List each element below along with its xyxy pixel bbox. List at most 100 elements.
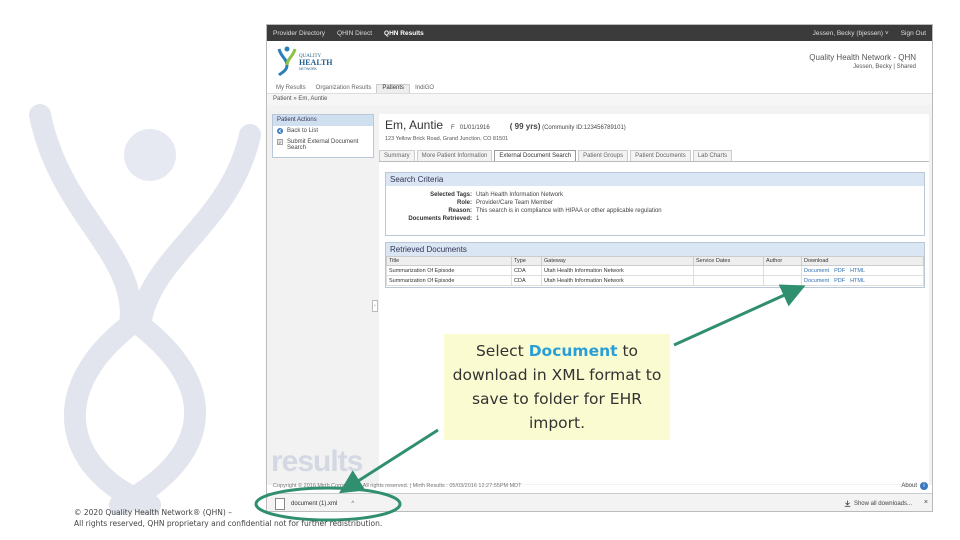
criteria-row: Selected Tags: Utah Health Information Ne… [386, 191, 924, 199]
criteria-label: Selected Tags: [430, 192, 472, 198]
tab-organization-results[interactable]: Organization Results [311, 85, 377, 93]
doc-type: CDA [511, 275, 542, 286]
tab-my-results[interactable]: My Results [271, 85, 311, 93]
svg-text:NETWORK: NETWORK [299, 67, 318, 71]
show-all-downloads-label: Show all downloads... [853, 500, 912, 507]
retrieved-documents-title: Retrieved Documents [386, 243, 924, 256]
copyright-line-1: © 2020 Quality Health Network® (QHN) – [74, 508, 232, 517]
col-author: Author [763, 256, 802, 266]
retrieved-documents-table: Title Type Gateway Service Dates Author … [386, 256, 924, 286]
search-criteria-panel: Search Criteria Selected Tags: Utah Healt… [385, 172, 925, 236]
col-type: Type [511, 256, 542, 266]
criteria-row: Documents Retrieved: 1 [386, 215, 924, 223]
instruction-callout: Select Document to download in XML forma… [444, 334, 670, 440]
nav-qhn-results[interactable]: QHN Results [378, 30, 430, 37]
search-criteria-title: Search Criteria [386, 173, 924, 186]
about-label: About [901, 483, 917, 489]
table-header-row: Title Type Gateway Service Dates Author … [386, 256, 924, 266]
tab-patient-documents[interactable]: Patient Documents [630, 150, 691, 161]
doc-author [763, 265, 802, 276]
tab-external-document-search[interactable]: External Document Search [494, 150, 577, 161]
callout-highlight: Document [528, 342, 618, 360]
sub-nav: My Results Organization Results Patients… [267, 79, 932, 93]
table-row: Summarization Of Episode CDA Utah Health… [386, 265, 924, 276]
collapse-sidebar-handle[interactable]: ‹ [372, 300, 378, 312]
callout-text-pre: Select [475, 342, 529, 360]
table-row: Summarization Of Episode CDA Utah Health… [386, 275, 924, 286]
nav-qhin-direct[interactable]: QHIN Direct [331, 30, 378, 37]
close-download-bar-button[interactable]: × [924, 499, 928, 506]
document-search-icon [277, 138, 283, 145]
qhn-figure-watermark [29, 104, 261, 515]
criteria-value: Utah Health Information Network [476, 192, 564, 198]
slide-copyright: © 2020 Quality Health Network® (QHN) – A… [74, 507, 382, 529]
patient-address: 123 Yellow Brick Road, Grand Junction, C… [385, 136, 509, 142]
criteria-row: Role: Provider/Care Team Member [386, 199, 924, 207]
app-footer: Copyright © 2016 Mirth Corporation. All … [267, 480, 932, 492]
tab-patients[interactable]: Patients [376, 84, 411, 93]
show-all-downloads-link[interactable]: Show all downloads... [844, 500, 912, 507]
download-document-link[interactable]: Document [804, 278, 829, 284]
retrieved-documents-panel: Retrieved Documents Title Type Gateway S… [385, 242, 925, 288]
user-menu[interactable]: Jessen, Becky (bjessen) ˅ [807, 30, 895, 37]
tab-summary[interactable]: Summary [379, 150, 415, 161]
download-html-link[interactable]: HTML [850, 268, 865, 274]
tab-more-patient-information[interactable]: More Patient Information [416, 150, 493, 161]
patient-tabs: Summary More Patient Information Externa… [379, 150, 929, 162]
criteria-value: Provider/Care Team Member [476, 200, 553, 206]
patient-actions-title: Patient Actions [273, 115, 373, 126]
patient-actions-panel: Patient Actions Back to List Submit Exte… [272, 114, 374, 158]
patient-meta: F 01/01/1916 ( 99 yrs) (Community ID:123… [451, 122, 626, 131]
nav-provider-directory[interactable]: Provider Directory [267, 30, 331, 37]
sign-out-link[interactable]: Sign Out [895, 30, 932, 37]
back-arrow-icon [277, 128, 283, 134]
doc-service-dates [693, 265, 764, 276]
svg-text:HEALTH: HEALTH [299, 58, 333, 67]
criteria-label: Reason: [448, 208, 472, 214]
col-service-dates: Service Dates [693, 256, 764, 266]
patient-dob: 01/01/1916 [459, 125, 490, 131]
criteria-row: Reason: This search is in compliance with… [386, 207, 924, 215]
col-download: Download [801, 256, 924, 266]
doc-type: CDA [511, 265, 542, 276]
criteria-value: This search is in compliance with HIPAA … [476, 208, 662, 214]
back-to-list-label: Back to List [287, 128, 319, 134]
submit-external-search-action[interactable]: Submit External Document Search [273, 137, 373, 154]
copyright-line-2: All rights reserved, QHN proprietary and… [74, 519, 383, 528]
download-document-link[interactable]: Document [804, 268, 829, 274]
criteria-value: 1 [476, 216, 480, 222]
results-watermark: results [271, 445, 363, 478]
submit-external-search-label: Submit External Document Search [287, 138, 359, 152]
tab-indigo[interactable]: IndiGO [410, 85, 439, 93]
col-title: Title [386, 256, 512, 266]
app-header: QUALITY HEALTH NETWORK Quality Health Ne… [267, 41, 932, 79]
breadcrumb: Patient » Em, Auntie [267, 93, 932, 105]
patient-age: ( 99 yrs) [509, 122, 541, 131]
download-pdf-link[interactable]: PDF [834, 268, 845, 274]
brand-title: Quality Health Network - QHN [809, 53, 916, 62]
info-icon: i [920, 482, 928, 490]
brand-subtitle: Jessen, Becky | Shared [853, 64, 916, 70]
doc-author [763, 275, 802, 286]
doc-title: Summarization Of Episode [386, 265, 512, 276]
patient-community-id: (Community ID:123456789101) [542, 125, 626, 131]
download-icon [844, 500, 851, 507]
doc-gateway: Utah Health Information Network [541, 275, 694, 286]
tab-patient-groups[interactable]: Patient Groups [578, 150, 629, 161]
patient-sex: F [451, 125, 455, 131]
criteria-label: Role: [457, 200, 472, 206]
download-html-link[interactable]: HTML [850, 278, 865, 284]
doc-service-dates [693, 275, 764, 286]
qhn-logo: QUALITY HEALTH NETWORK [277, 46, 333, 77]
patient-name: Em, Auntie [385, 118, 444, 132]
back-to-list-action[interactable]: Back to List [273, 126, 373, 137]
top-nav: Provider Directory QHIN Direct QHN Resul… [267, 25, 932, 41]
doc-download-links: Document PDF HTML [801, 265, 924, 276]
tab-lab-charts[interactable]: Lab Charts [692, 150, 733, 161]
doc-download-links: Document PDF HTML [801, 275, 924, 286]
doc-title: Summarization Of Episode [386, 275, 512, 286]
criteria-label: Documents Retrieved: [408, 216, 472, 222]
download-pdf-link[interactable]: PDF [834, 278, 845, 284]
footer-copyright: Copyright © 2016 Mirth Corporation. All … [273, 483, 522, 489]
about-link[interactable]: About i [901, 482, 928, 490]
